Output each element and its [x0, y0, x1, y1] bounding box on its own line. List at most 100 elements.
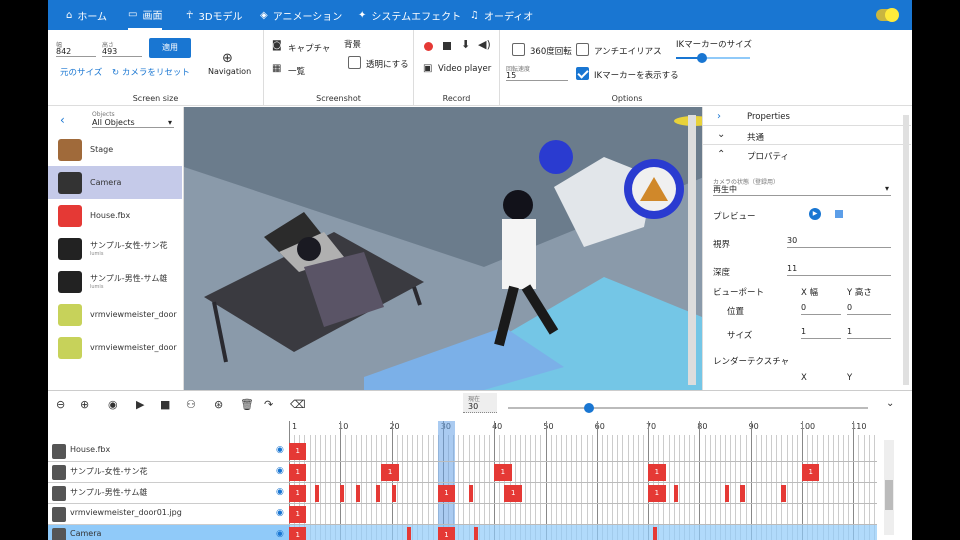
keyframe[interactable]	[391, 485, 396, 502]
object-item[interactable]: House.fbx	[48, 199, 182, 232]
download-icon[interactable]: ⬇	[461, 38, 470, 51]
keyframe[interactable]	[673, 485, 678, 502]
object-item[interactable]: サンプル-女性-サン花 lumis	[48, 232, 182, 265]
timeline-row[interactable]: House.fbx ◉	[48, 441, 289, 462]
3d-viewport[interactable]	[184, 107, 702, 390]
original-size-button[interactable]: 元のサイズ	[60, 66, 102, 78]
position-x-field[interactable]: 0	[801, 303, 841, 315]
fov-field[interactable]: 30	[787, 236, 891, 248]
keyframe[interactable]	[340, 485, 345, 502]
properties-scrollbar[interactable]	[903, 115, 909, 385]
object-item[interactable]: Camera	[48, 166, 182, 199]
keyframe[interactable]	[473, 527, 478, 540]
stop-icon[interactable]	[443, 42, 451, 50]
delete-icon[interactable]: 🗑	[240, 398, 254, 411]
eye-icon[interactable]: ◉	[276, 487, 284, 497]
chevron-up-icon[interactable]: ⌃	[717, 149, 725, 160]
keyframe[interactable]	[653, 527, 658, 540]
tab-system-effect[interactable]: ✦ システムエフェクト	[358, 0, 461, 30]
timeline-zoom-slider[interactable]	[508, 403, 868, 413]
depth-field[interactable]: 11	[787, 264, 891, 276]
show-ik-checkbox[interactable]	[576, 67, 589, 80]
zoom-out-icon[interactable]: ⊖	[56, 398, 65, 411]
keyframe[interactable]: 1	[289, 464, 307, 481]
keyframe[interactable]: 1	[648, 485, 666, 502]
timeline-row[interactable]: サンプル-女性-サン花 ◉	[48, 462, 289, 483]
back-chevron-icon[interactable]: ‹	[60, 113, 65, 127]
size-y-field[interactable]: 1	[847, 327, 891, 339]
keyframe[interactable]: 1	[437, 527, 456, 540]
keyframe[interactable]	[376, 485, 381, 502]
eye-icon[interactable]: ◉	[276, 508, 284, 518]
tab-3d-model[interactable]: ☥ 3Dモデル	[186, 0, 243, 30]
keyframe[interactable]	[468, 485, 473, 502]
keyframe[interactable]	[740, 485, 745, 502]
tab-screen[interactable]: ▭ 画面	[128, 0, 163, 30]
keyframe[interactable]	[725, 485, 730, 502]
eye-icon[interactable]: ◉	[276, 445, 284, 455]
camera-icon[interactable]: ◙	[272, 40, 282, 51]
add-keyframe-icon[interactable]: ⊛	[214, 398, 223, 411]
keyframe[interactable]: 1	[437, 485, 456, 502]
ik-size-slider[interactable]	[676, 53, 750, 63]
keyframe[interactable]: 1	[504, 485, 522, 502]
capture-button[interactable]: キャプチャ	[288, 42, 330, 54]
tab-animation[interactable]: ◈ アニメーション	[260, 0, 342, 30]
transparent-checkbox[interactable]	[348, 56, 361, 69]
navigation-icon[interactable]: ⊕	[222, 51, 233, 66]
height-field[interactable]: 493	[102, 47, 142, 57]
timeline-row[interactable]: vrmviewmeister_door01.jpg ◉	[48, 504, 289, 525]
slider-thumb[interactable]	[696, 53, 707, 63]
stop-icon[interactable]: ■	[160, 398, 170, 411]
collapse-chevron-icon[interactable]: ⌄	[886, 398, 894, 409]
theme-toggle[interactable]	[876, 8, 899, 22]
position-y-field[interactable]: 0	[847, 303, 891, 315]
keyframe[interactable]: 1	[381, 464, 399, 481]
camera-state-select[interactable]: 再生中 ▾	[713, 184, 891, 196]
list-icon[interactable]: ▦	[272, 63, 281, 74]
keyframe[interactable]: 1	[289, 485, 307, 502]
timeline-scrollbar[interactable]	[884, 440, 894, 535]
objects-selector[interactable]: All Objects ▾	[92, 118, 174, 128]
volume-icon[interactable]: ◀)	[478, 38, 491, 51]
timeline-row[interactable]: Camera ◉	[48, 525, 289, 540]
timeline-grid[interactable]: 11020304050607080901001101111111111111	[289, 421, 877, 540]
keyframe[interactable]: 1	[802, 464, 820, 481]
rotation-speed-field[interactable]: 15	[506, 71, 568, 81]
keyframe[interactable]	[406, 527, 412, 540]
clear-icon[interactable]: ⌫	[290, 398, 306, 411]
keyframe[interactable]: 1	[289, 527, 307, 540]
stop-icon[interactable]	[835, 210, 843, 218]
chevron-right-icon[interactable]: ›	[717, 111, 721, 122]
current-frame-box[interactable]: 現在 30	[463, 393, 497, 413]
object-item[interactable]: サンプル-男性-サム雄 lumis	[48, 265, 182, 298]
eye-icon[interactable]: ◉	[276, 466, 284, 476]
object-item[interactable]: vrmviewmeister_door	[48, 331, 182, 364]
record-icon[interactable]	[424, 42, 433, 51]
keyframe[interactable]: 1	[494, 464, 512, 481]
tab-audio[interactable]: ♫ オーディオ	[470, 0, 533, 30]
property-section[interactable]: プロパティ	[747, 150, 789, 162]
zoom-in-icon[interactable]: ⊕	[80, 398, 89, 411]
play-circle-icon[interactable]: ◉	[108, 398, 118, 411]
antialias-checkbox[interactable]	[576, 43, 589, 56]
rotate360-checkbox[interactable]	[512, 43, 525, 56]
apply-button[interactable]: 適用	[149, 38, 191, 58]
keyframe[interactable]	[299, 485, 304, 502]
video-player-button[interactable]: Video player	[438, 64, 491, 74]
object-item[interactable]: Stage	[48, 133, 182, 166]
chevron-down-icon[interactable]: ⌄	[717, 129, 725, 140]
list-button[interactable]: 一覧	[288, 65, 305, 77]
size-x-field[interactable]: 1	[801, 327, 841, 339]
keyframe[interactable]: 1	[289, 506, 307, 523]
keyframe[interactable]	[781, 485, 786, 502]
keyframe[interactable]: 1	[648, 464, 666, 481]
tab-home[interactable]: ⌂ ホーム	[66, 0, 107, 30]
play-icon[interactable]: ▶	[809, 208, 821, 220]
eye-icon[interactable]: ◉	[276, 529, 284, 539]
width-field[interactable]: 842	[56, 47, 96, 57]
reset-camera-button[interactable]: ↻ カメラをリセット	[112, 66, 190, 78]
redo-icon[interactable]: ↷	[264, 398, 273, 411]
timeline-row[interactable]: サンプル-男性-サム雄 ◉	[48, 483, 289, 504]
keyframe[interactable]: 1	[289, 443, 307, 460]
